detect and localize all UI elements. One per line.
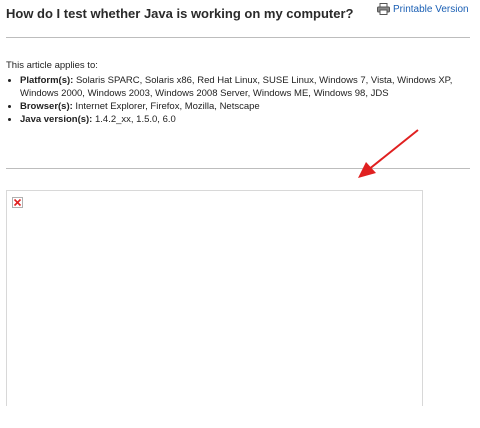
- applies-item-label: Platform(s):: [20, 75, 74, 86]
- printable-version-label[interactable]: Printable Version: [393, 4, 469, 15]
- printable-version-link[interactable]: Printable Version: [377, 3, 469, 15]
- applies-list: Platform(s): Solaris SPARC, Solaris x86,…: [6, 74, 466, 126]
- printer-icon: [377, 3, 390, 15]
- applies-item-value: 1.4.2_xx, 1.5.0, 6.0: [92, 114, 176, 125]
- applies-section: This article applies to: Platform(s): So…: [6, 59, 466, 126]
- title-divider: [6, 37, 470, 38]
- arrow-icon: [354, 126, 424, 189]
- applies-item-java-versions: Java version(s): 1.4.2_xx, 1.5.0, 6.0: [20, 113, 466, 126]
- applet-frame: [6, 190, 423, 406]
- applies-item-value: Solaris SPARC, Solaris x86, Red Hat Linu…: [20, 75, 453, 99]
- applies-item-label: Browser(s):: [20, 101, 73, 112]
- applies-item-platforms: Platform(s): Solaris SPARC, Solaris x86,…: [20, 74, 466, 100]
- broken-image-icon: [12, 197, 23, 208]
- applies-item-browsers: Browser(s): Internet Explorer, Firefox, …: [20, 100, 466, 113]
- applies-intro: This article applies to:: [6, 60, 98, 71]
- applies-item-label: Java version(s):: [20, 114, 93, 125]
- applies-item-value: Internet Explorer, Firefox, Mozilla, Net…: [72, 101, 260, 112]
- page-title: How do I test whether Java is working on…: [6, 6, 354, 21]
